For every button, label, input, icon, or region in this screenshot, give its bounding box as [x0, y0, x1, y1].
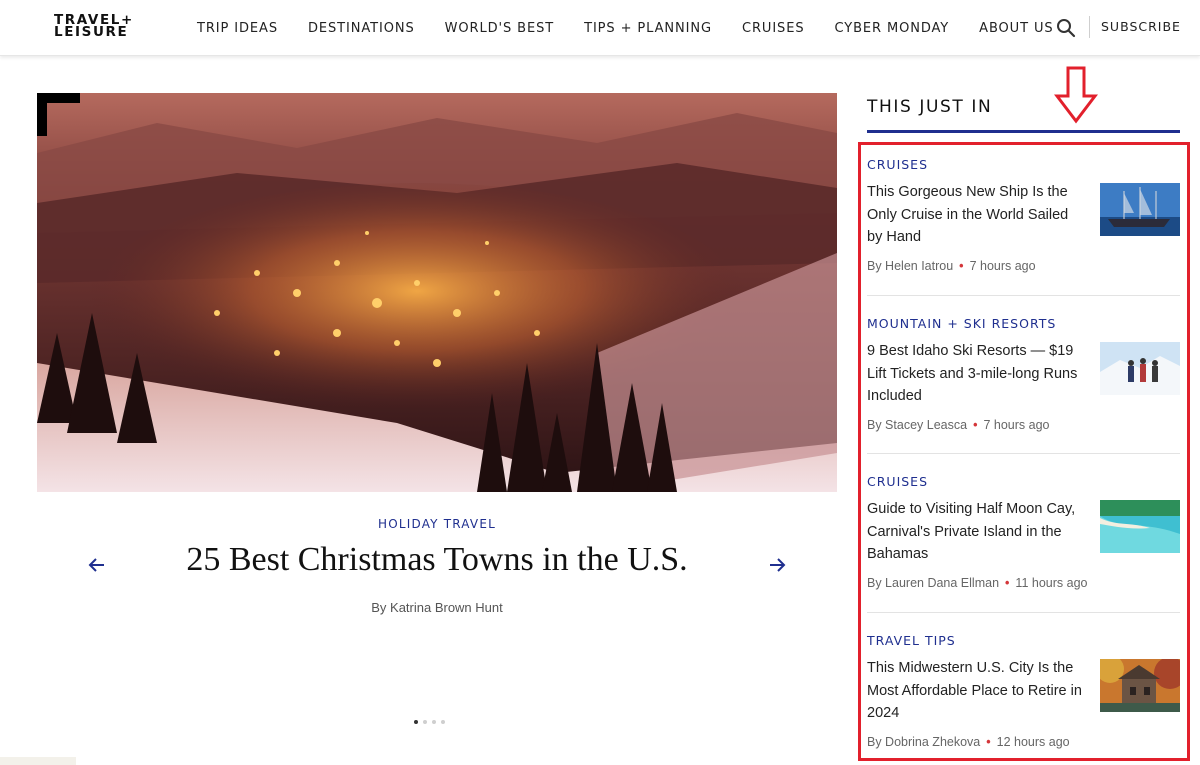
- article-meta: By Helen Iatrou • 7 hours ago: [867, 259, 1180, 273]
- article-thumbnail[interactable]: [1100, 342, 1180, 395]
- hero-category[interactable]: HOLIDAY TRAVEL: [37, 517, 837, 531]
- article-thumbnail[interactable]: [1100, 659, 1180, 712]
- arrow-left-icon[interactable]: [86, 554, 108, 576]
- meta-separator: •: [1005, 575, 1010, 590]
- article-title[interactable]: This Gorgeous New Ship Is the Only Cruis…: [867, 181, 1085, 249]
- hero-byline: By Katrina Brown Hunt: [371, 600, 503, 615]
- article-divider: [867, 612, 1180, 613]
- carousel-dot[interactable]: [432, 720, 436, 724]
- article-thumbnail[interactable]: [1100, 183, 1180, 236]
- meta-separator: •: [986, 734, 991, 749]
- nav-item-destinations[interactable]: DESTINATIONS: [293, 21, 430, 36]
- meta-separator: •: [973, 417, 978, 432]
- search-icon[interactable]: [1054, 16, 1078, 40]
- arrow-right-icon[interactable]: [766, 554, 788, 576]
- nav-item-tips-planning[interactable]: TIPS + PLANNING: [569, 21, 727, 36]
- nav-item-about-us[interactable]: ABOUT US: [964, 21, 1068, 36]
- article-time: 7 hours ago: [969, 258, 1036, 273]
- header-divider: [1089, 16, 1090, 38]
- article-category[interactable]: CRUISES: [867, 157, 1180, 181]
- hero-corner-mark: [37, 93, 80, 136]
- logo-line-leisure: LEISURE: [54, 24, 129, 40]
- article-meta: By Stacey Leasca • 7 hours ago: [867, 418, 1180, 432]
- article-meta: By Lauren Dana Ellman • 11 hours ago: [867, 576, 1180, 590]
- article-category[interactable]: TRAVEL TIPS: [867, 633, 1180, 657]
- nav-item-cyber-monday[interactable]: CYBER MONDAY: [819, 21, 964, 36]
- hero-image[interactable]: [37, 93, 837, 492]
- sidebar-heading: THIS JUST IN: [867, 97, 993, 117]
- nav-item-cruises[interactable]: CRUISES: [727, 21, 819, 36]
- carousel-dot[interactable]: [441, 720, 445, 724]
- carousel-dot[interactable]: [423, 720, 427, 724]
- article-time: 12 hours ago: [996, 734, 1070, 749]
- article-meta: By Dobrina Zhekova • 12 hours ago: [867, 735, 1180, 749]
- article-time: 11 hours ago: [1015, 575, 1088, 590]
- main-nav: TRIP IDEAS DESTINATIONS WORLD'S BEST TIP…: [182, 0, 1069, 56]
- hero-title[interactable]: 25 Best Christmas Towns in the U.S.: [120, 541, 754, 579]
- carousel-dots: [414, 720, 445, 724]
- heading-rule: [867, 130, 1180, 133]
- article-thumbnail[interactable]: [1100, 500, 1180, 553]
- article-card[interactable]: MOUNTAIN + SKI RESORTS 9 Best Idaho Ski …: [867, 316, 1180, 432]
- article-category[interactable]: CRUISES: [867, 474, 1180, 498]
- down-arrow-icon: [1053, 66, 1099, 124]
- site-logo[interactable]: TRAVEL+ LEISURE: [54, 13, 154, 40]
- article-card[interactable]: CRUISES This Gorgeous New Ship Is the On…: [867, 157, 1180, 273]
- article-author[interactable]: By Helen Iatrou: [867, 259, 953, 273]
- article-divider: [867, 295, 1180, 296]
- article-title[interactable]: Guide to Visiting Half Moon Cay, Carniva…: [867, 498, 1085, 566]
- article-card[interactable]: CRUISES Guide to Visiting Half Moon Cay,…: [867, 474, 1180, 590]
- article-time: 7 hours ago: [983, 417, 1050, 432]
- article-author[interactable]: By Stacey Leasca: [867, 418, 967, 432]
- article-title[interactable]: 9 Best Idaho Ski Resorts — $19 Lift Tick…: [867, 340, 1085, 408]
- site-header: TRAVEL+ LEISURE TRIP IDEAS DESTINATIONS …: [0, 0, 1200, 56]
- meta-separator: •: [959, 258, 964, 273]
- nav-item-trip-ideas[interactable]: TRIP IDEAS: [182, 21, 293, 36]
- article-title[interactable]: This Midwestern U.S. City Is the Most Af…: [867, 657, 1085, 725]
- article-divider: [867, 453, 1180, 454]
- article-category[interactable]: MOUNTAIN + SKI RESORTS: [867, 316, 1180, 340]
- article-author[interactable]: By Lauren Dana Ellman: [867, 576, 999, 590]
- nav-item-worlds-best[interactable]: WORLD'S BEST: [430, 21, 569, 36]
- article-card[interactable]: TRAVEL TIPS This Midwestern U.S. City Is…: [867, 633, 1180, 749]
- article-author[interactable]: By Dobrina Zhekova: [867, 735, 980, 749]
- carousel-dot[interactable]: [414, 720, 418, 724]
- footer-tab: [0, 757, 76, 765]
- subscribe-button[interactable]: SUBSCRIBE: [1101, 19, 1181, 34]
